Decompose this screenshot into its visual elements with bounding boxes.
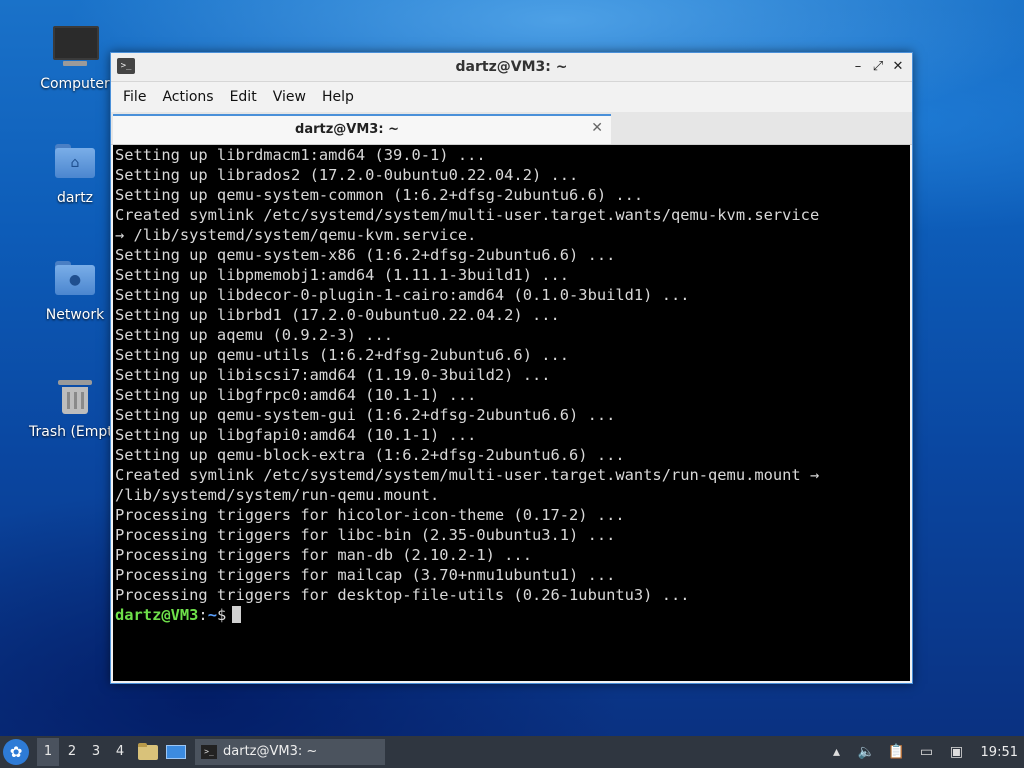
start-menu-icon[interactable]: ✿ [3,739,29,765]
terminal-line: Setting up librdmacm1:amd64 (39.0-1) ... [115,146,486,164]
terminal-line: Processing triggers for desktop-file-uti… [115,586,690,604]
close-button[interactable]: ✕ [889,58,907,76]
terminal-line: Setting up libdecor-0-plugin-1-cairo:amd… [115,286,690,304]
terminal-line: Processing triggers for mailcap (3.70+nm… [115,566,616,584]
terminal-cursor [232,606,242,623]
terminal-output[interactable]: Setting up librdmacm1:amd64 (39.0-1) ...… [113,145,910,681]
terminal-window[interactable]: >_ dartz@VM3: ~ – ⤢ ✕ File Actions Edit … [110,52,913,684]
menubar: File Actions Edit View Help [111,82,912,112]
taskbar-task-terminal[interactable]: >_ dartz@VM3: ~ [195,739,385,765]
menu-edit[interactable]: Edit [222,82,265,112]
terminal-line: Setting up qemu-block-extra (1:6.2+dfsg-… [115,446,625,464]
terminal-line: Setting up qemu-utils (1:6.2+dfsg-2ubunt… [115,346,570,364]
menu-view[interactable]: View [265,82,314,112]
minimize-button[interactable]: – [849,58,867,76]
terminal-prompt-line[interactable]: dartz@VM3:~$ [113,605,910,625]
taskbar: ✿ 1 2 3 4 >_ dartz@VM3: ~ ▴ 🔈 📋 ▭ ▣ 19:5… [0,736,1024,768]
tab-title: dartz@VM3: ~ [295,122,399,137]
terminal-line: Setting up libgfrpc0:amd64 (10.1-1) ... [115,386,477,404]
window-titlebar[interactable]: >_ dartz@VM3: ~ – ⤢ ✕ [111,53,912,82]
network-folder-icon: ● [53,257,97,301]
terminal-line: Setting up librados2 (17.2.0-0ubuntu0.22… [115,166,579,184]
menu-file[interactable]: File [115,82,154,112]
show-desktop-icon[interactable] [165,741,187,763]
clock[interactable]: 19:51 [981,745,1018,760]
trash-icon [53,374,97,418]
workspace-2[interactable]: 2 [61,738,83,766]
task-label: dartz@VM3: ~ [223,744,318,759]
system-tray: ▴ 🔈 📋 ▭ ▣ 19:51 [827,736,1024,768]
file-manager-icon[interactable] [137,741,159,763]
maximize-button[interactable]: ⤢ [869,58,887,76]
terminal-line: → /lib/systemd/system/qemu-kvm.service. [115,226,477,244]
terminal-line: Created symlink /etc/systemd/system/mult… [115,206,820,224]
terminal-line: Created symlink /etc/systemd/system/mult… [115,466,820,484]
workspace-1[interactable]: 1 [37,738,59,766]
menu-help[interactable]: Help [314,82,362,112]
terminal-line: Setting up libpmemobj1:amd64 (1.11.1-3bu… [115,266,570,284]
window-title: dartz@VM3: ~ [455,59,568,75]
prompt-symbol: $ [216,606,227,624]
workspace-4[interactable]: 4 [109,738,131,766]
prompt-user: dartz@VM3 [115,606,199,624]
computer-icon [53,26,99,70]
terminal-task-icon: >_ [201,745,217,759]
terminal-line: Processing triggers for libc-bin (2.35-0… [115,526,616,544]
workspace-3[interactable]: 3 [85,738,107,766]
home-folder-icon: ⌂ [53,140,97,184]
terminal-line: Setting up qemu-system-common (1:6.2+dfs… [115,186,644,204]
tab-terminal[interactable]: dartz@VM3: ~ ✕ [113,114,611,144]
network-status-icon[interactable]: ▣ [947,742,967,762]
prompt-separator: : [198,606,208,624]
terminal-line: Setting up aqemu (0.9.2-3) ... [115,326,393,344]
terminal-line: Setting up qemu-system-gui (1:6.2+dfsg-2… [115,406,616,424]
terminal-line: Setting up libiscsi7:amd64 (1.19.0-3buil… [115,366,551,384]
menu-actions[interactable]: Actions [154,82,221,112]
tray-upload-icon[interactable]: ▴ [827,742,847,762]
terminal-line: Setting up librbd1 (17.2.0-0ubuntu0.22.0… [115,306,560,324]
tab-bar: dartz@VM3: ~ ✕ [111,112,912,145]
terminal-line: Setting up libgfapi0:amd64 (10.1-1) ... [115,426,477,444]
tab-close-icon[interactable]: ✕ [591,120,603,136]
terminal-line: /lib/systemd/system/run-qemu.mount. [115,486,440,504]
terminal-line: Setting up qemu-system-x86 (1:6.2+dfsg-2… [115,246,616,264]
display-icon[interactable]: ▭ [917,742,937,762]
volume-icon[interactable]: 🔈 [857,742,877,762]
terminal-line: Processing triggers for man-db (2.10.2-1… [115,546,532,564]
terminal-line: Processing triggers for hicolor-icon-the… [115,506,625,524]
prompt-path: ~ [207,606,217,624]
clipboard-icon[interactable]: 📋 [887,742,907,762]
